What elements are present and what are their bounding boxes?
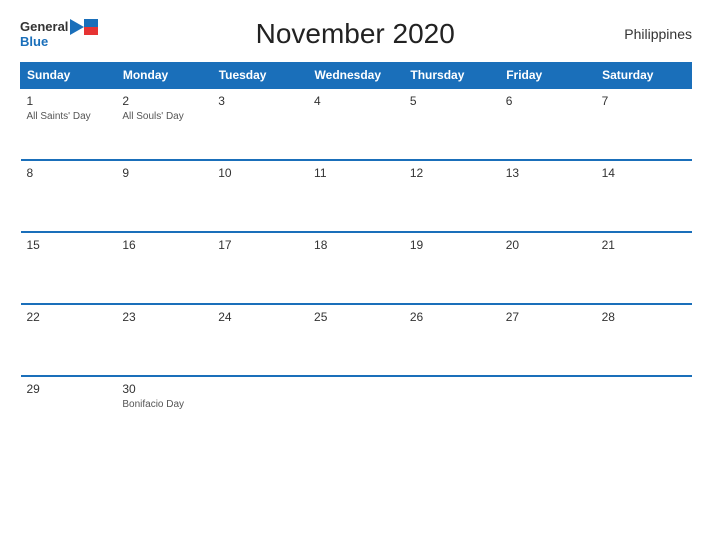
table-row: 9 — [116, 160, 212, 232]
table-row: 13 — [500, 160, 596, 232]
table-row: 27 — [500, 304, 596, 376]
day-number: 9 — [122, 166, 206, 180]
day-number: 4 — [314, 94, 398, 108]
table-row: 26 — [404, 304, 500, 376]
table-row: 14 — [596, 160, 692, 232]
calendar-week-row: 15 16 17 18 19 20 21 — [21, 232, 692, 304]
table-row: 4 — [308, 88, 404, 160]
day-number: 24 — [218, 310, 302, 324]
table-row: 7 — [596, 88, 692, 160]
col-sunday: Sunday — [21, 63, 117, 89]
table-row: 28 — [596, 304, 692, 376]
day-number: 10 — [218, 166, 302, 180]
day-number: 18 — [314, 238, 398, 252]
day-number: 13 — [506, 166, 590, 180]
logo: General Blue — [20, 19, 98, 49]
table-row: 21 — [596, 232, 692, 304]
table-row: 15 — [21, 232, 117, 304]
calendar-container: General Blue November 2020 Philippines S… — [0, 0, 712, 550]
calendar-week-row: 89 10 11 12 13 14 — [21, 160, 692, 232]
day-number: 6 — [506, 94, 590, 108]
logo-flag-icon — [70, 19, 98, 35]
day-number: 26 — [410, 310, 494, 324]
holiday-label: Bonifacio Day — [122, 398, 206, 411]
day-number: 7 — [602, 94, 686, 108]
table-row: 17 — [212, 232, 308, 304]
calendar-header: General Blue November 2020 Philippines — [20, 18, 692, 50]
calendar-table: Sunday Monday Tuesday Wednesday Thursday… — [20, 62, 692, 448]
calendar-week-row: 22 23 24 25 26 27 28 — [21, 304, 692, 376]
calendar-body: 1 All Saints' Day 2 All Souls' Day 34567 89 10… — [21, 88, 692, 448]
logo-general-text: General — [20, 20, 68, 34]
table-row: 6 — [500, 88, 596, 160]
day-number: 28 — [602, 310, 686, 324]
table-row: 8 — [21, 160, 117, 232]
country-label: Philippines — [612, 26, 692, 42]
table-row: 10 — [212, 160, 308, 232]
table-row: 29 — [21, 376, 117, 448]
day-number: 17 — [218, 238, 302, 252]
table-row: 16 — [116, 232, 212, 304]
table-row: 2 All Souls' Day — [116, 88, 212, 160]
table-row: 3 — [212, 88, 308, 160]
table-row: 30 Bonifacio Day — [116, 376, 212, 448]
calendar-week-row: 1 All Saints' Day 2 All Souls' Day 34567 — [21, 88, 692, 160]
table-row: 5 — [404, 88, 500, 160]
day-number: 5 — [410, 94, 494, 108]
day-number: 3 — [218, 94, 302, 108]
col-friday: Friday — [500, 63, 596, 89]
table-row — [500, 376, 596, 448]
table-row: 25 — [308, 304, 404, 376]
day-number: 15 — [27, 238, 111, 252]
table-row: 20 — [500, 232, 596, 304]
col-saturday: Saturday — [596, 63, 692, 89]
day-number: 16 — [122, 238, 206, 252]
table-row — [212, 376, 308, 448]
col-thursday: Thursday — [404, 63, 500, 89]
day-number: 21 — [602, 238, 686, 252]
table-row: 12 — [404, 160, 500, 232]
day-number: 29 — [27, 382, 111, 396]
table-row: 11 — [308, 160, 404, 232]
table-row: 24 — [212, 304, 308, 376]
day-number: 2 — [122, 94, 206, 108]
table-row: 23 — [116, 304, 212, 376]
logo-blue-text: Blue — [20, 35, 48, 49]
day-number: 8 — [27, 166, 111, 180]
calendar-header-row: Sunday Monday Tuesday Wednesday Thursday… — [21, 63, 692, 89]
calendar-title: November 2020 — [98, 18, 612, 50]
col-wednesday: Wednesday — [308, 63, 404, 89]
day-number: 22 — [27, 310, 111, 324]
table-row: 19 — [404, 232, 500, 304]
table-row: 18 — [308, 232, 404, 304]
holiday-label: All Souls' Day — [122, 110, 206, 123]
table-row — [308, 376, 404, 448]
day-number: 19 — [410, 238, 494, 252]
col-monday: Monday — [116, 63, 212, 89]
day-number: 14 — [602, 166, 686, 180]
table-row — [596, 376, 692, 448]
day-number: 30 — [122, 382, 206, 396]
calendar-week-row: 29 30 Bonifacio Day — [21, 376, 692, 448]
day-number: 1 — [27, 94, 111, 108]
day-number: 12 — [410, 166, 494, 180]
table-row: 22 — [21, 304, 117, 376]
day-number: 25 — [314, 310, 398, 324]
day-number: 27 — [506, 310, 590, 324]
day-number: 20 — [506, 238, 590, 252]
day-number: 11 — [314, 166, 398, 180]
holiday-label: All Saints' Day — [27, 110, 111, 123]
table-row: 1 All Saints' Day — [21, 88, 117, 160]
table-row — [404, 376, 500, 448]
col-tuesday: Tuesday — [212, 63, 308, 89]
day-number: 23 — [122, 310, 206, 324]
